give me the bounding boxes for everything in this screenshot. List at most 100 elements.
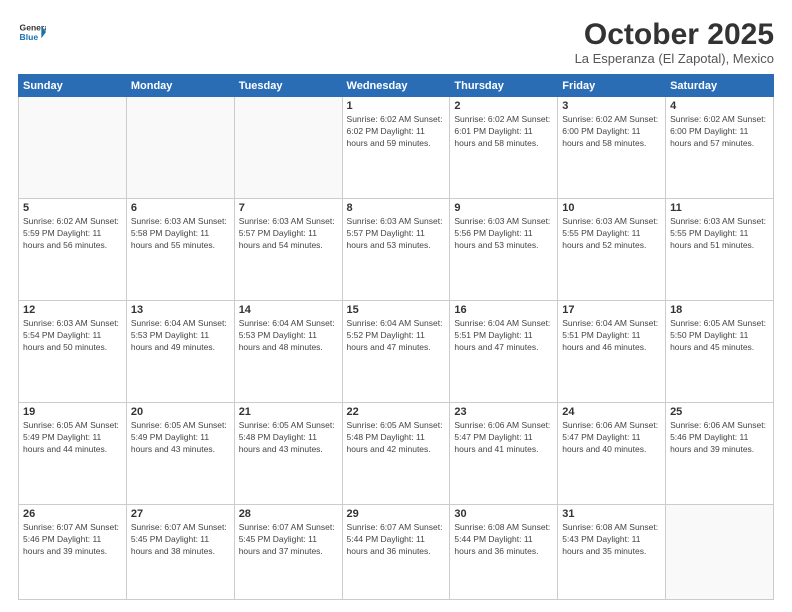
day-info: Sunrise: 6:04 AM Sunset: 5:52 PM Dayligh… xyxy=(347,318,446,354)
calendar-cell: 13Sunrise: 6:04 AM Sunset: 5:53 PM Dayli… xyxy=(126,301,234,403)
month-title: October 2025 xyxy=(575,18,774,51)
calendar-cell: 21Sunrise: 6:05 AM Sunset: 5:48 PM Dayli… xyxy=(234,403,342,505)
day-number: 19 xyxy=(23,406,122,418)
calendar-cell: 10Sunrise: 6:03 AM Sunset: 5:55 PM Dayli… xyxy=(558,199,666,301)
day-info: Sunrise: 6:03 AM Sunset: 5:57 PM Dayligh… xyxy=(347,216,446,252)
day-info: Sunrise: 6:07 AM Sunset: 5:45 PM Dayligh… xyxy=(131,522,230,558)
calendar-cell: 5 Sunrise: 6:02 AM Sunset: 5:59 PM Daylig… xyxy=(19,199,127,301)
calendar-cell: 4 Sunrise: 6:02 AM Sunset: 6:00 PM Daylig… xyxy=(666,97,774,199)
calendar-cell: 8 Sunrise: 6:03 AM Sunset: 5:57 PM Daylig… xyxy=(342,199,450,301)
calendar-cell: 24Sunrise: 6:06 AM Sunset: 5:47 PM Dayli… xyxy=(558,403,666,505)
day-info: Sunrise: 6:03 AM Sunset: 5:56 PM Dayligh… xyxy=(454,216,553,252)
day-number: 13 xyxy=(131,304,230,316)
day-number: 11 xyxy=(670,202,769,214)
calendar-cell: 3 Sunrise: 6:02 AM Sunset: 6:00 PM Daylig… xyxy=(558,97,666,199)
day-number: 26 xyxy=(23,508,122,520)
calendar-cell: 18 Sunrise: 6:05 AM Sunset: 5:50 PM Dayli… xyxy=(666,301,774,403)
day-number: 25 xyxy=(670,406,769,418)
logo-icon: General Blue xyxy=(18,18,46,46)
page: General Blue October 2025 La Esperanza (… xyxy=(0,0,792,612)
calendar-header-row: Sunday Monday Tuesday Wednesday Thursday… xyxy=(19,75,774,97)
calendar-cell: 20Sunrise: 6:05 AM Sunset: 5:49 PM Dayli… xyxy=(126,403,234,505)
day-info: Sunrise: 6:02 AM Sunset: 6:00 PM Dayligh… xyxy=(670,114,769,150)
day-info: Sunrise: 6:07 AM Sunset: 5:45 PM Dayligh… xyxy=(239,522,338,558)
day-info: Sunrise: 6:05 AM Sunset: 5:49 PM Dayligh… xyxy=(131,420,230,456)
day-number: 15 xyxy=(347,304,446,316)
day-info: Sunrise: 6:02 AM Sunset: 6:02 PM Dayligh… xyxy=(347,114,446,150)
day-number: 3 xyxy=(562,100,661,112)
location-subtitle: La Esperanza (El Zapotal), Mexico xyxy=(575,51,774,66)
day-number: 7 xyxy=(239,202,338,214)
calendar-cell: 12 Sunrise: 6:03 AM Sunset: 5:54 PM Dayli… xyxy=(19,301,127,403)
day-info: Sunrise: 6:03 AM Sunset: 5:58 PM Dayligh… xyxy=(131,216,230,252)
day-number: 31 xyxy=(562,508,661,520)
calendar-week-2: 12 Sunrise: 6:03 AM Sunset: 5:54 PM Dayli… xyxy=(19,301,774,403)
day-number: 30 xyxy=(454,508,553,520)
calendar-cell: 14 Sunrise: 6:04 AM Sunset: 5:53 PM Dayli… xyxy=(234,301,342,403)
calendar: Sunday Monday Tuesday Wednesday Thursday… xyxy=(18,74,774,600)
day-number: 23 xyxy=(454,406,553,418)
col-monday: Monday xyxy=(126,75,234,97)
day-info: Sunrise: 6:05 AM Sunset: 5:48 PM Dayligh… xyxy=(347,420,446,456)
col-thursday: Thursday xyxy=(450,75,558,97)
day-number: 17 xyxy=(562,304,661,316)
day-number: 8 xyxy=(347,202,446,214)
calendar-cell: 23 Sunrise: 6:06 AM Sunset: 5:47 PM Dayli… xyxy=(450,403,558,505)
day-info: Sunrise: 6:02 AM Sunset: 5:59 PM Dayligh… xyxy=(23,216,122,252)
calendar-cell: 7 Sunrise: 6:03 AM Sunset: 5:57 PM Daylig… xyxy=(234,199,342,301)
day-number: 22 xyxy=(347,406,446,418)
calendar-cell xyxy=(126,97,234,199)
calendar-week-4: 26Sunrise: 6:07 AM Sunset: 5:46 PM Dayli… xyxy=(19,505,774,600)
calendar-cell xyxy=(234,97,342,199)
day-number: 12 xyxy=(23,304,122,316)
day-number: 16 xyxy=(454,304,553,316)
day-info: Sunrise: 6:04 AM Sunset: 5:51 PM Dayligh… xyxy=(454,318,553,354)
calendar-cell: 16 Sunrise: 6:04 AM Sunset: 5:51 PM Dayli… xyxy=(450,301,558,403)
day-info: Sunrise: 6:03 AM Sunset: 5:57 PM Dayligh… xyxy=(239,216,338,252)
calendar-cell: 25 Sunrise: 6:06 AM Sunset: 5:46 PM Dayli… xyxy=(666,403,774,505)
calendar-cell: 30 Sunrise: 6:08 AM Sunset: 5:44 PM Dayli… xyxy=(450,505,558,600)
col-tuesday: Tuesday xyxy=(234,75,342,97)
day-info: Sunrise: 6:03 AM Sunset: 5:54 PM Dayligh… xyxy=(23,318,122,354)
day-number: 27 xyxy=(131,508,230,520)
col-wednesday: Wednesday xyxy=(342,75,450,97)
calendar-cell: 17 Sunrise: 6:04 AM Sunset: 5:51 PM Dayli… xyxy=(558,301,666,403)
day-info: Sunrise: 6:07 AM Sunset: 5:44 PM Dayligh… xyxy=(347,522,446,558)
day-info: Sunrise: 6:02 AM Sunset: 6:01 PM Dayligh… xyxy=(454,114,553,150)
day-info: Sunrise: 6:06 AM Sunset: 5:47 PM Dayligh… xyxy=(454,420,553,456)
col-sunday: Sunday xyxy=(19,75,127,97)
day-number: 18 xyxy=(670,304,769,316)
calendar-cell: 1 Sunrise: 6:02 AM Sunset: 6:02 PM Daylig… xyxy=(342,97,450,199)
day-number: 10 xyxy=(562,202,661,214)
calendar-cell: 15 Sunrise: 6:04 AM Sunset: 5:52 PM Dayli… xyxy=(342,301,450,403)
day-number: 29 xyxy=(347,508,446,520)
calendar-cell: 22 Sunrise: 6:05 AM Sunset: 5:48 PM Dayli… xyxy=(342,403,450,505)
calendar-cell: 6 Sunrise: 6:03 AM Sunset: 5:58 PM Daylig… xyxy=(126,199,234,301)
day-number: 2 xyxy=(454,100,553,112)
day-info: Sunrise: 6:05 AM Sunset: 5:48 PM Dayligh… xyxy=(239,420,338,456)
day-info: Sunrise: 6:04 AM Sunset: 5:53 PM Dayligh… xyxy=(239,318,338,354)
day-number: 14 xyxy=(239,304,338,316)
day-number: 24 xyxy=(562,406,661,418)
day-number: 9 xyxy=(454,202,553,214)
calendar-cell: 28Sunrise: 6:07 AM Sunset: 5:45 PM Dayli… xyxy=(234,505,342,600)
day-info: Sunrise: 6:05 AM Sunset: 5:50 PM Dayligh… xyxy=(670,318,769,354)
day-info: Sunrise: 6:02 AM Sunset: 6:00 PM Dayligh… xyxy=(562,114,661,150)
day-number: 6 xyxy=(131,202,230,214)
calendar-cell: 2 Sunrise: 6:02 AM Sunset: 6:01 PM Daylig… xyxy=(450,97,558,199)
day-info: Sunrise: 6:08 AM Sunset: 5:44 PM Dayligh… xyxy=(454,522,553,558)
calendar-week-0: 1 Sunrise: 6:02 AM Sunset: 6:02 PM Daylig… xyxy=(19,97,774,199)
calendar-cell: 26Sunrise: 6:07 AM Sunset: 5:46 PM Dayli… xyxy=(19,505,127,600)
svg-text:Blue: Blue xyxy=(20,32,39,42)
day-number: 1 xyxy=(347,100,446,112)
col-friday: Friday xyxy=(558,75,666,97)
day-number: 4 xyxy=(670,100,769,112)
calendar-week-3: 19 Sunrise: 6:05 AM Sunset: 5:49 PM Dayli… xyxy=(19,403,774,505)
calendar-cell: 31Sunrise: 6:08 AM Sunset: 5:43 PM Dayli… xyxy=(558,505,666,600)
day-info: Sunrise: 6:03 AM Sunset: 5:55 PM Dayligh… xyxy=(670,216,769,252)
day-info: Sunrise: 6:04 AM Sunset: 5:51 PM Dayligh… xyxy=(562,318,661,354)
header: General Blue October 2025 La Esperanza (… xyxy=(18,18,774,66)
day-number: 5 xyxy=(23,202,122,214)
calendar-cell: 29 Sunrise: 6:07 AM Sunset: 5:44 PM Dayli… xyxy=(342,505,450,600)
day-info: Sunrise: 6:06 AM Sunset: 5:46 PM Dayligh… xyxy=(670,420,769,456)
